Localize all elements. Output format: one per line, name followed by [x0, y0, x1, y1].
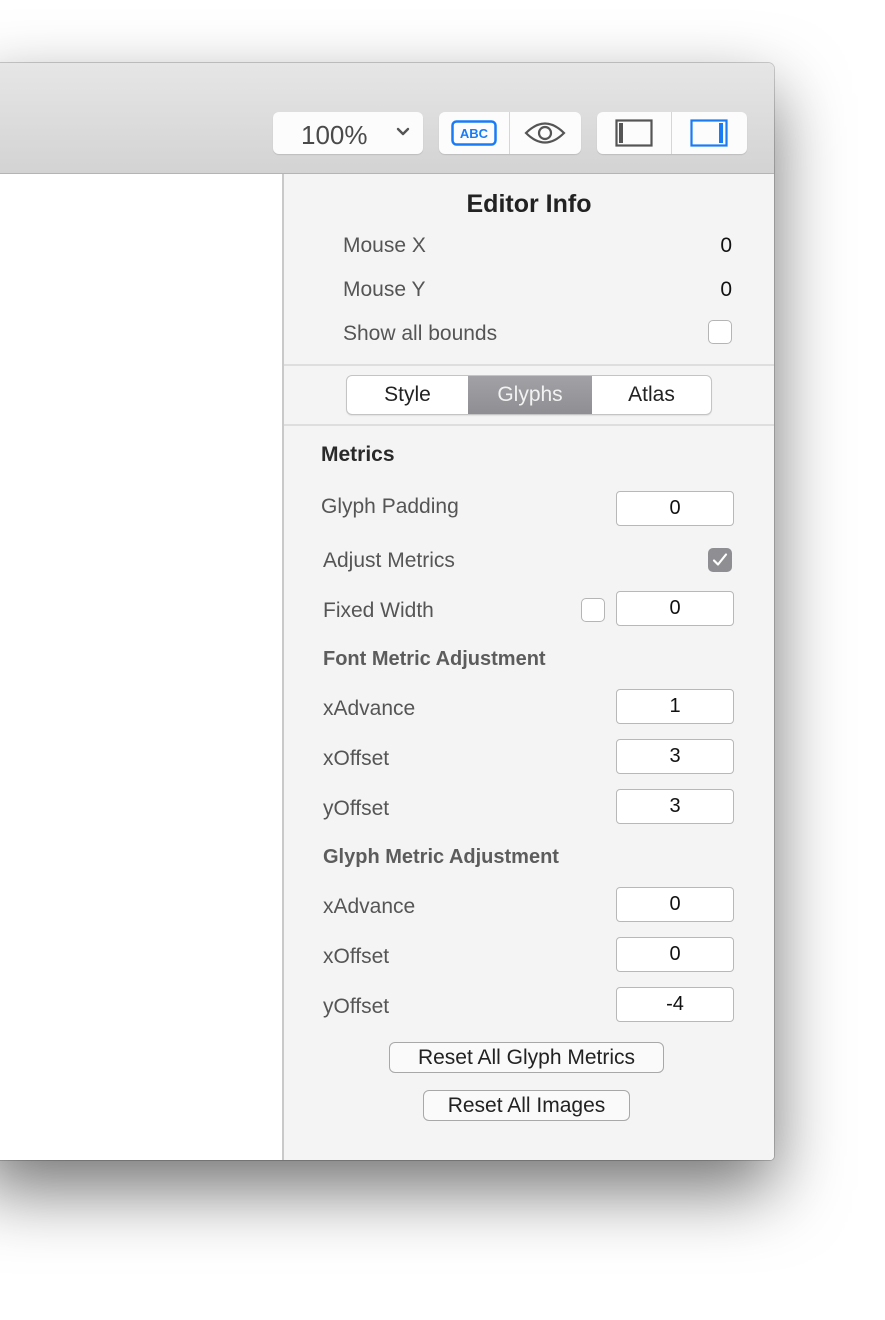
- font-xadvance-label: xAdvance: [323, 697, 416, 720]
- glyph-padding-label: Glyph Padding: [321, 495, 459, 518]
- view-mode-group: ABC: [439, 112, 581, 154]
- adjust-metrics-label: Adjust Metrics: [323, 549, 455, 572]
- show-bounds-label: Show all bounds: [343, 322, 498, 345]
- chevron-down-icon: [396, 127, 410, 136]
- mouse-x-value: 0: [720, 234, 732, 257]
- glyph-padding-input[interactable]: 0: [616, 491, 734, 526]
- font-xoffset-label: xOffset: [323, 747, 390, 770]
- panel-toggle-group: [597, 112, 747, 154]
- font-xoffset-input[interactable]: 3: [616, 739, 734, 774]
- app-window: 100% ABC Editor Info Mouse X 0 Mouse Y 0…: [0, 63, 774, 1160]
- font-xadvance-input[interactable]: 1: [616, 689, 734, 724]
- glyph-yoffset-input[interactable]: -4: [616, 987, 734, 1022]
- right-sidebar-icon: [690, 119, 728, 147]
- left-sidebar-icon: [615, 119, 653, 147]
- divider: [284, 364, 774, 366]
- toolbar: 100% ABC: [0, 63, 774, 174]
- glyph-xoffset-input[interactable]: 0: [616, 937, 734, 972]
- zoom-level-value: 100%: [301, 120, 368, 150]
- glyph-yoffset-label: yOffset: [323, 995, 390, 1018]
- preview-button[interactable]: [510, 112, 580, 154]
- fixed-width-checkbox[interactable]: [581, 598, 605, 622]
- mouse-x-label: Mouse X: [343, 234, 426, 257]
- abc-icon-label: ABC: [460, 126, 489, 141]
- toggle-left-panel-button[interactable]: [597, 112, 671, 154]
- font-yoffset-input[interactable]: 3: [616, 789, 734, 824]
- reset-images-button[interactable]: Reset All Images: [423, 1090, 630, 1121]
- glyph-xadvance-input[interactable]: 0: [616, 887, 734, 922]
- checkmark-icon: [712, 553, 728, 566]
- fixed-width-label: Fixed Width: [323, 599, 434, 622]
- tab-glyphs[interactable]: Glyphs: [468, 376, 592, 414]
- inspector-tabs: Style Glyphs Atlas: [346, 375, 712, 415]
- zoom-level-select[interactable]: 100%: [273, 112, 423, 154]
- editor-canvas[interactable]: [0, 174, 282, 1160]
- tab-atlas[interactable]: Atlas: [592, 376, 711, 414]
- inspector-panel: Editor Info Mouse X 0 Mouse Y 0 Show all…: [282, 174, 774, 1160]
- eye-icon: [524, 122, 566, 144]
- adjust-metrics-checkbox[interactable]: [708, 548, 732, 572]
- metrics-heading: Metrics: [321, 443, 395, 466]
- glyph-metric-heading: Glyph Metric Adjustment: [323, 846, 559, 868]
- font-metric-heading: Font Metric Adjustment: [323, 648, 546, 670]
- glyph-xadvance-label: xAdvance: [323, 895, 416, 918]
- text-preview-button[interactable]: ABC: [439, 112, 509, 154]
- tab-style[interactable]: Style: [347, 376, 468, 414]
- show-bounds-checkbox[interactable]: [708, 320, 732, 344]
- glyph-xoffset-label: xOffset: [323, 945, 390, 968]
- toggle-right-panel-button[interactable]: [672, 112, 746, 154]
- abc-icon: ABC: [451, 120, 497, 146]
- fixed-width-input[interactable]: 0: [616, 591, 734, 626]
- inspector-title: Editor Info: [466, 190, 592, 218]
- divider: [284, 424, 774, 426]
- mouse-y-label: Mouse Y: [343, 278, 426, 301]
- mouse-y-value: 0: [720, 278, 732, 301]
- font-yoffset-label: yOffset: [323, 797, 390, 820]
- reset-glyph-metrics-button[interactable]: Reset All Glyph Metrics: [389, 1042, 664, 1073]
